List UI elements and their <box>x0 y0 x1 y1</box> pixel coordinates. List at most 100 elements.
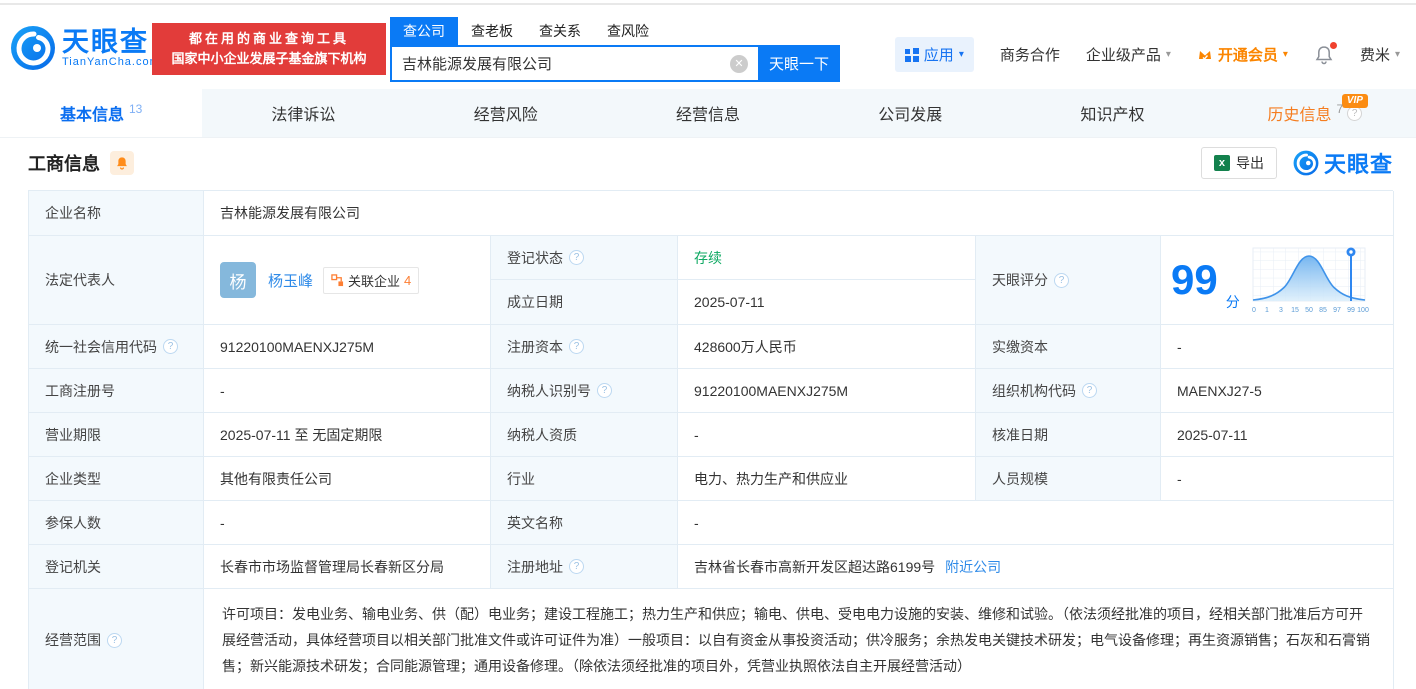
value-text: - <box>1177 471 1182 487</box>
export-button[interactable]: 导出 <box>1201 147 1277 179</box>
related-companies-badge[interactable]: 关联企业 4 <box>323 267 419 294</box>
field-value-uscc: 91220100MAENXJ275M <box>204 325 491 369</box>
tab-operating-risk[interactable]: 经营风险 <box>405 89 607 137</box>
tab-intellectual-property[interactable]: 知识产权 <box>1011 89 1213 137</box>
search-input[interactable] <box>390 45 758 82</box>
svg-text:15: 15 <box>1291 307 1299 314</box>
value-text: 吉林省长春市高新开发区超达路6199号 <box>694 557 935 577</box>
nav-enterprise-products[interactable]: 企业级产品 <box>1086 44 1171 65</box>
nav-apps-label: 应用 <box>924 44 954 65</box>
tianyancha-logo[interactable]: 天眼查 TianYanCha.com <box>10 25 160 71</box>
value-text: 91220100MAENXJ275M <box>220 339 374 355</box>
search-tab-relation[interactable]: 查关系 <box>526 17 594 45</box>
field-value-company-type: 其他有限责任公司 <box>204 457 491 501</box>
subscribe-bell-button[interactable] <box>110 151 134 175</box>
nav-user-menu[interactable]: 费米 <box>1360 44 1400 65</box>
value-text: 吉林能源发展有限公司 <box>220 203 360 223</box>
svg-text:3: 3 <box>1279 307 1283 314</box>
tab-company-development[interactable]: 公司发展 <box>809 89 1011 137</box>
svg-text:1: 1 <box>1265 307 1269 314</box>
label-text: 企业类型 <box>45 469 101 489</box>
field-label-industry: 行业 <box>491 457 678 501</box>
search-tab-risk[interactable]: 查风险 <box>594 17 662 45</box>
value-text: - <box>694 427 699 443</box>
value-text: 2025-07-11 至 无固定期限 <box>220 425 382 445</box>
search-area: 查公司 查老板 查关系 查风险 天眼一下 <box>390 17 840 82</box>
section-header: 工商信息 导出 天眼查 <box>0 138 1416 188</box>
section-title: 工商信息 <box>28 150 100 176</box>
tab-risk-label: 经营风险 <box>474 101 538 125</box>
apps-grid-icon <box>905 48 919 62</box>
label-text: 法定代表人 <box>45 270 115 290</box>
tab-basic-info[interactable]: 基本信息 13 <box>0 89 202 137</box>
value-text: 2025-07-11 <box>1177 427 1248 443</box>
tab-history-count: 7 <box>1336 102 1343 116</box>
help-icon[interactable] <box>597 383 612 398</box>
value-text: 428600万人民币 <box>694 337 797 357</box>
search-button[interactable]: 天眼一下 <box>758 45 840 82</box>
label-text: 人员规模 <box>992 469 1048 489</box>
score-value: 99 <box>1171 259 1218 301</box>
help-icon[interactable] <box>1082 383 1097 398</box>
tianyancha-logo-icon <box>1293 150 1319 176</box>
help-icon[interactable] <box>1054 273 1069 288</box>
nav-vip-label: 开通会员 <box>1218 44 1278 65</box>
nav-business-cooperation[interactable]: 商务合作 <box>1000 44 1060 65</box>
tab-history-info[interactable]: VIP 历史信息 7 <box>1214 89 1416 137</box>
nav-apps[interactable]: 应用 <box>895 37 974 72</box>
bell-icon <box>115 156 129 170</box>
help-icon[interactable] <box>569 250 584 265</box>
vip-badge: VIP <box>1342 94 1368 108</box>
help-icon[interactable] <box>569 559 584 574</box>
svg-text:0: 0 <box>1252 307 1256 314</box>
tab-operating-info[interactable]: 经营信息 <box>607 89 809 137</box>
help-icon[interactable] <box>163 339 178 354</box>
field-value-reg-capital: 428600万人民币 <box>678 325 976 369</box>
field-value-taxpayer-quali: - <box>678 413 976 457</box>
field-value-taxpayer-id: 91220100MAENXJ275M <box>678 369 976 413</box>
score-chart: 0 1 3 15 50 85 97 99 100 <box>1248 243 1372 317</box>
field-value-score: 99 分 0 1 3 15 50 <box>1161 236 1394 325</box>
field-label-reg-capital: 注册资本 <box>491 325 678 369</box>
value-text: - <box>220 515 225 531</box>
field-value-insured: - <box>204 501 491 545</box>
field-label-legal-rep: 法定代表人 <box>29 236 204 325</box>
field-label-address: 注册地址 <box>491 545 678 589</box>
avatar[interactable]: 杨 <box>220 262 256 298</box>
label-text: 组织机构代码 <box>992 381 1076 401</box>
business-info-table: 企业名称 吉林能源发展有限公司 法定代表人 杨 杨玉峰 关联企业 4 登记状态 … <box>28 190 1393 689</box>
notifications-bell[interactable] <box>1314 45 1334 65</box>
search-tab-company[interactable]: 查公司 <box>390 17 458 45</box>
field-value-industry: 电力、热力生产和供应业 <box>678 457 976 501</box>
search-tab-boss[interactable]: 查老板 <box>458 17 526 45</box>
field-label-company-type: 企业类型 <box>29 457 204 501</box>
label-text: 营业期限 <box>45 425 101 445</box>
nearby-companies-link[interactable]: 附近公司 <box>945 557 1001 577</box>
label-text: 企业名称 <box>45 203 101 223</box>
slogan-line1: 都在用的商业查询工具 <box>160 29 378 49</box>
help-icon[interactable] <box>107 633 122 648</box>
org-chart-icon <box>331 274 344 287</box>
legal-rep-link[interactable]: 杨玉峰 <box>268 270 313 291</box>
tab-legal-label: 法律诉讼 <box>271 101 335 125</box>
tab-ip-label: 知识产权 <box>1081 101 1145 125</box>
nav-business-label: 商务合作 <box>1000 44 1060 65</box>
tab-legal-litigation[interactable]: 法律诉讼 <box>202 89 404 137</box>
search-tabs: 查公司 查老板 查关系 查风险 <box>390 17 840 45</box>
excel-icon <box>1214 155 1230 171</box>
label-text: 天眼评分 <box>992 270 1048 290</box>
field-value-org-code: MAENXJ27-5 <box>1161 369 1394 413</box>
clear-icon[interactable] <box>730 55 748 73</box>
site-header: 天眼查 TianYanCha.com 都在用的商业查询工具 国家中小企业发展子基… <box>0 5 1416 89</box>
section-tabbar: 基本信息 13 法律诉讼 经营风险 经营信息 公司发展 知识产权 VIP 历史信… <box>0 89 1416 138</box>
nav-open-vip[interactable]: 开通会员 <box>1197 44 1288 65</box>
field-value-business-scope: 许可项目：发电业务、输电业务、供（配）电业务；建设工程施工；热力生产和供应；输电… <box>204 589 1394 689</box>
svg-text:97: 97 <box>1333 307 1341 314</box>
help-icon[interactable] <box>569 339 584 354</box>
label-text: 英文名称 <box>507 513 563 533</box>
field-label-staff-size: 人员规模 <box>976 457 1161 501</box>
field-value-approve-date: 2025-07-11 <box>1161 413 1394 457</box>
section-header-right: 导出 天眼查 <box>1201 147 1393 179</box>
field-label-paid-capital: 实缴资本 <box>976 325 1161 369</box>
label-text: 纳税人资质 <box>507 425 577 445</box>
